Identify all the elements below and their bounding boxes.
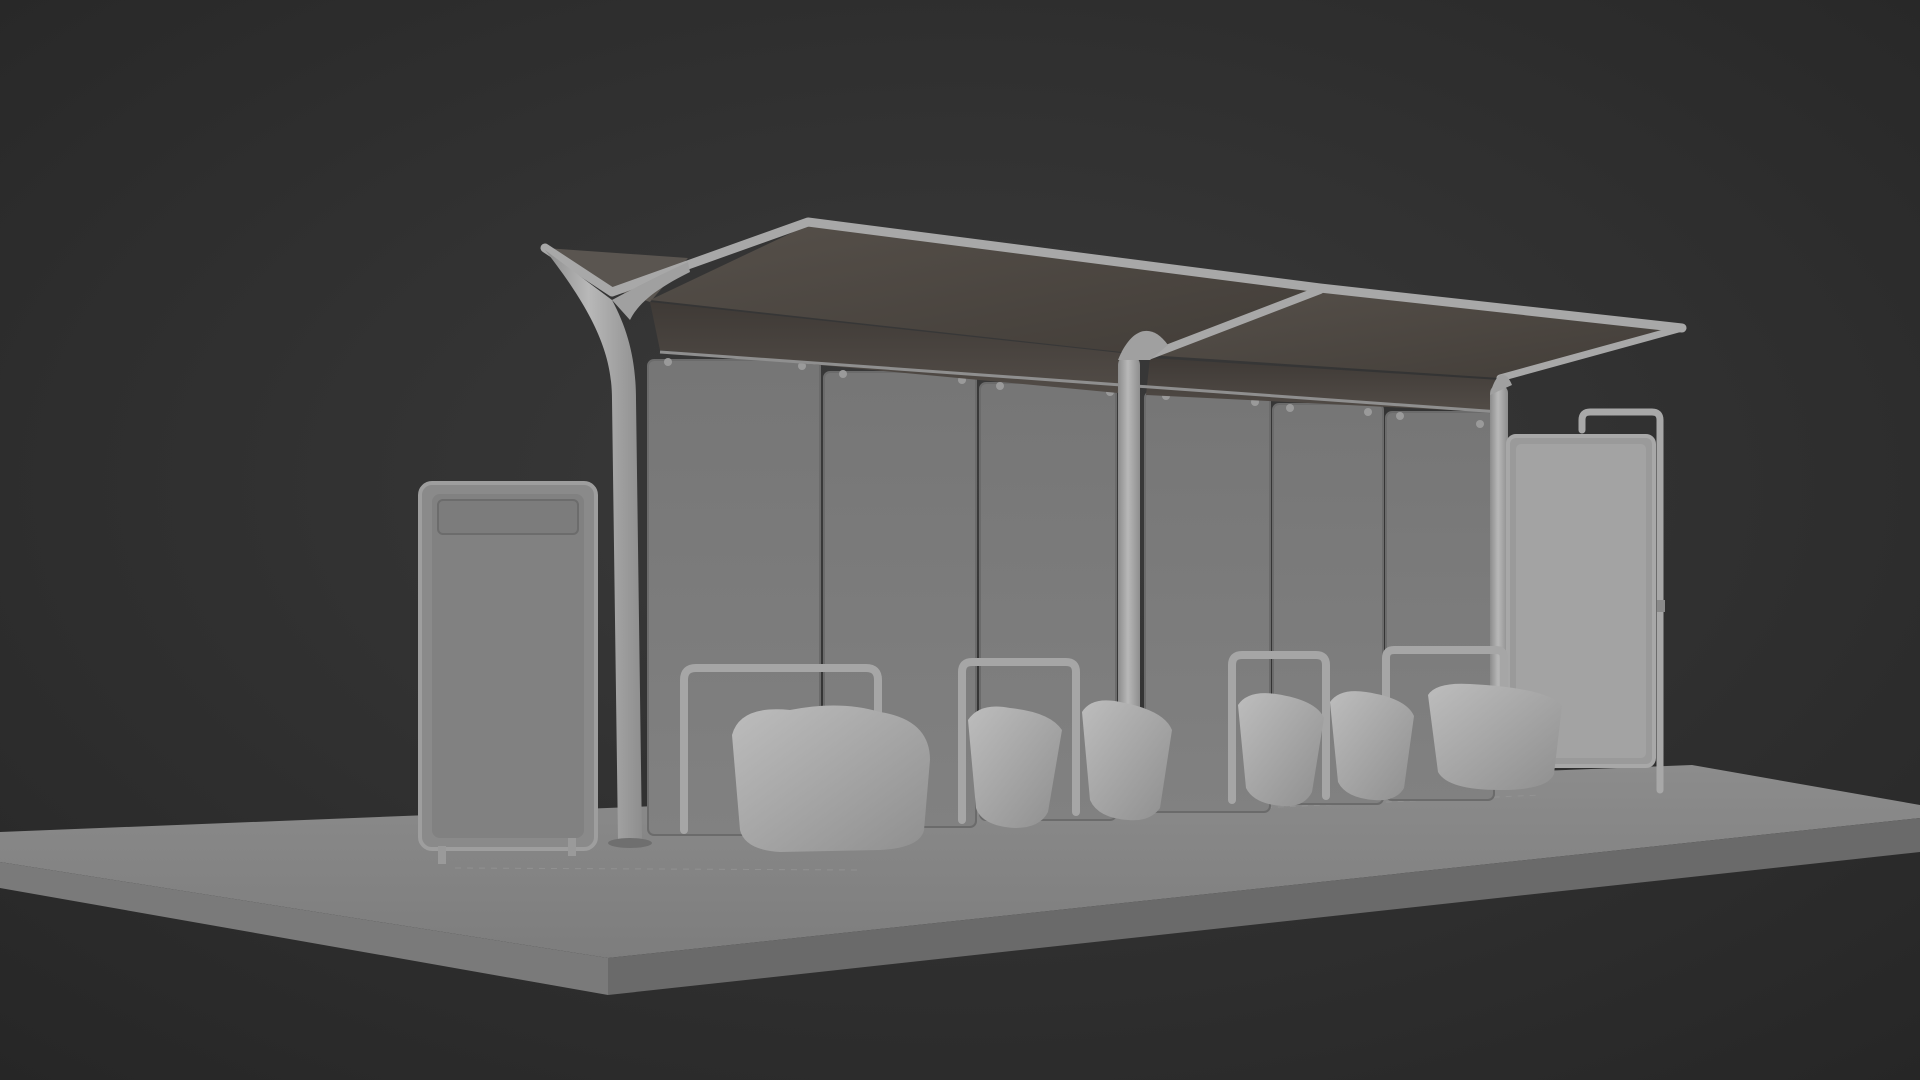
sign-board-latch (1657, 600, 1665, 612)
seat (968, 706, 1062, 828)
3d-viewport[interactable] (0, 0, 1920, 1080)
column-base (608, 838, 652, 848)
seat (1238, 693, 1324, 807)
seat (1330, 691, 1414, 801)
sign-board-leg (568, 838, 576, 856)
sign-board-header-slot (437, 499, 579, 535)
seat (1082, 700, 1172, 821)
seat (1428, 683, 1562, 790)
seat (732, 705, 930, 852)
sign-board-face (432, 494, 584, 838)
support-column-middle (1118, 355, 1140, 720)
left-sign-board (418, 481, 598, 864)
sign-board-leg (438, 846, 446, 864)
